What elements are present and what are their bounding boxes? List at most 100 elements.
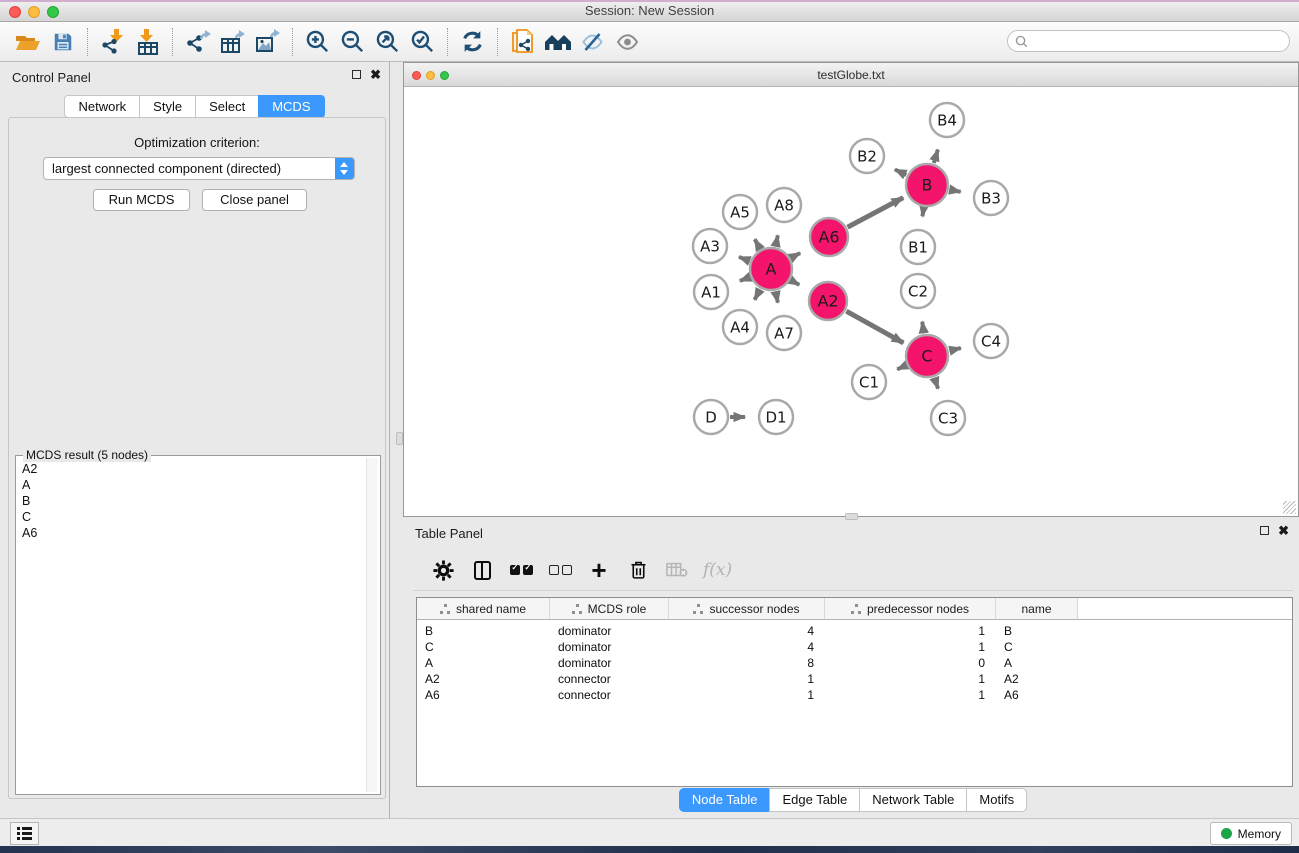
minimize-network-window-button[interactable]: [426, 71, 435, 80]
houses-icon: [544, 30, 572, 54]
tab-select[interactable]: Select: [195, 95, 259, 118]
tab-network[interactable]: Network: [64, 95, 140, 118]
open-session-button[interactable]: [10, 26, 45, 58]
delete-table-button[interactable]: [664, 557, 690, 583]
tab-node-table[interactable]: Node Table: [679, 788, 771, 812]
run-mcds-button[interactable]: Run MCDS: [93, 189, 190, 211]
graph-edge-A-A7[interactable]: [776, 292, 778, 303]
result-item[interactable]: A2: [22, 461, 37, 477]
column-header-name[interactable]: name: [996, 598, 1078, 619]
delete-column-button[interactable]: [625, 557, 651, 583]
graph-edge-C-C2[interactable]: [922, 322, 924, 334]
window-resize-grip[interactable]: [1283, 501, 1296, 514]
graph-edge-A-A8[interactable]: [776, 235, 778, 246]
zoom-fit-button[interactable]: [370, 26, 405, 58]
result-item[interactable]: B: [22, 493, 37, 509]
table-cell: A2: [996, 671, 1078, 687]
zoom-network-window-button[interactable]: [440, 71, 449, 80]
import-network-button[interactable]: [95, 26, 130, 58]
save-session-button[interactable]: [45, 26, 80, 58]
table-row[interactable]: Adominator80A: [417, 655, 1292, 671]
select-all-rows-button[interactable]: [508, 557, 534, 583]
graph-edge-A-A6[interactable]: [791, 253, 800, 258]
main-toolbar: [0, 22, 1299, 62]
table-cell: A6: [417, 687, 550, 703]
result-item[interactable]: C: [22, 509, 37, 525]
graph-edge-C-C3[interactable]: [934, 378, 938, 389]
import-table-button[interactable]: [130, 26, 165, 58]
column-header-shared-name[interactable]: shared name: [417, 598, 550, 619]
network-window-controls: [412, 71, 449, 80]
graph-edge-C-C1[interactable]: [897, 365, 906, 369]
search-input[interactable]: [1032, 31, 1289, 51]
graph-edge-B-B3[interactable]: [950, 190, 961, 192]
result-scrollbar[interactable]: [366, 458, 378, 792]
graph-node-label: B3: [981, 190, 1001, 208]
graph-edge-A-A5[interactable]: [755, 239, 760, 249]
graph-edge-B-B2[interactable]: [895, 169, 906, 175]
table-row[interactable]: A2connector11A2: [417, 671, 1292, 687]
close-panel-icon[interactable]: ✖: [370, 69, 381, 80]
graph-edge-A-A3[interactable]: [739, 257, 749, 261]
column-header-mcds-role[interactable]: MCDS role: [550, 598, 669, 619]
zoom-selected-button[interactable]: [405, 26, 440, 58]
graph-edge-A6-B[interactable]: [848, 198, 904, 228]
table-settings-button[interactable]: [430, 557, 456, 583]
tab-network-table[interactable]: Network Table: [859, 788, 967, 812]
function-builder-button[interactable]: f(x): [703, 557, 732, 583]
create-column-button[interactable]: +: [586, 557, 612, 583]
table-row[interactable]: Bdominator41B: [417, 623, 1292, 639]
export-image-button[interactable]: [250, 26, 285, 58]
graph-edge-A2-C[interactable]: [846, 311, 903, 343]
result-item[interactable]: A6: [22, 525, 37, 541]
plus-icon: +: [591, 559, 606, 581]
network-graph: B4B2BB3A8A5A6A3B1AC2A1A2A4A7C4CC1C3DD1: [404, 87, 1298, 516]
export-table-button[interactable]: [215, 26, 250, 58]
graph-edge-A-A2[interactable]: [791, 280, 799, 285]
memory-status-icon: [1221, 828, 1232, 839]
float-panel-icon[interactable]: [352, 70, 361, 79]
refresh-network-button[interactable]: [455, 26, 490, 58]
horizontal-splitter-grip[interactable]: [845, 513, 858, 520]
task-history-button[interactable]: [10, 822, 39, 845]
graph-edge-C-C4[interactable]: [949, 348, 960, 351]
search-field[interactable]: [1007, 30, 1290, 52]
trash-icon: [628, 559, 649, 581]
export-network-button[interactable]: [180, 26, 215, 58]
control-panel: Control Panel ✖ NetworkStyleSelectMCDS O…: [0, 62, 390, 818]
graph-edge-A-A1[interactable]: [740, 277, 750, 281]
graph-edge-A-A4[interactable]: [755, 289, 761, 299]
result-item[interactable]: A: [22, 477, 37, 493]
hide-graphics-details-button[interactable]: [575, 26, 610, 58]
tab-style[interactable]: Style: [139, 95, 196, 118]
criterion-select[interactable]: largest connected component (directed): [43, 157, 355, 180]
tab-edge-table[interactable]: Edge Table: [769, 788, 860, 812]
new-network-from-selection-button[interactable]: [505, 26, 540, 58]
network-window-titlebar[interactable]: testGlobe.txt: [404, 63, 1298, 87]
memory-button[interactable]: Memory: [1210, 822, 1292, 845]
show-graphics-details-button[interactable]: [610, 26, 645, 58]
float-table-panel-icon[interactable]: [1260, 526, 1269, 535]
deselect-all-rows-button[interactable]: [547, 557, 573, 583]
network-canvas[interactable]: B4B2BB3A8A5A6A3B1AC2A1A2A4A7C4CC1C3DD1: [404, 87, 1298, 516]
table-cell: 1: [825, 623, 996, 639]
zoom-out-button[interactable]: [335, 26, 370, 58]
column-header-predecessor-nodes[interactable]: predecessor nodes: [825, 598, 996, 619]
zoom-in-button[interactable]: [300, 26, 335, 58]
vertical-splitter-grip[interactable]: [396, 432, 403, 445]
column-header-successor-nodes[interactable]: successor nodes: [669, 598, 825, 619]
table-row[interactable]: Cdominator41C: [417, 639, 1292, 655]
welcome-screen-button[interactable]: [540, 26, 575, 58]
network-window-title: testGlobe.txt: [817, 68, 884, 82]
close-network-window-button[interactable]: [412, 71, 421, 80]
table-cell: 1: [669, 671, 825, 687]
graph-edge-B-B1[interactable]: [922, 208, 923, 217]
tab-mcds[interactable]: MCDS: [258, 95, 324, 118]
table-cell: B: [996, 623, 1078, 639]
show-columns-button[interactable]: [469, 557, 495, 583]
graph-edge-B-B4[interactable]: [934, 150, 938, 163]
table-row[interactable]: A6connector11A6: [417, 687, 1292, 703]
close-panel-button[interactable]: Close panel: [202, 189, 307, 211]
close-table-panel-icon[interactable]: ✖: [1278, 525, 1289, 536]
tab-motifs[interactable]: Motifs: [966, 788, 1027, 812]
